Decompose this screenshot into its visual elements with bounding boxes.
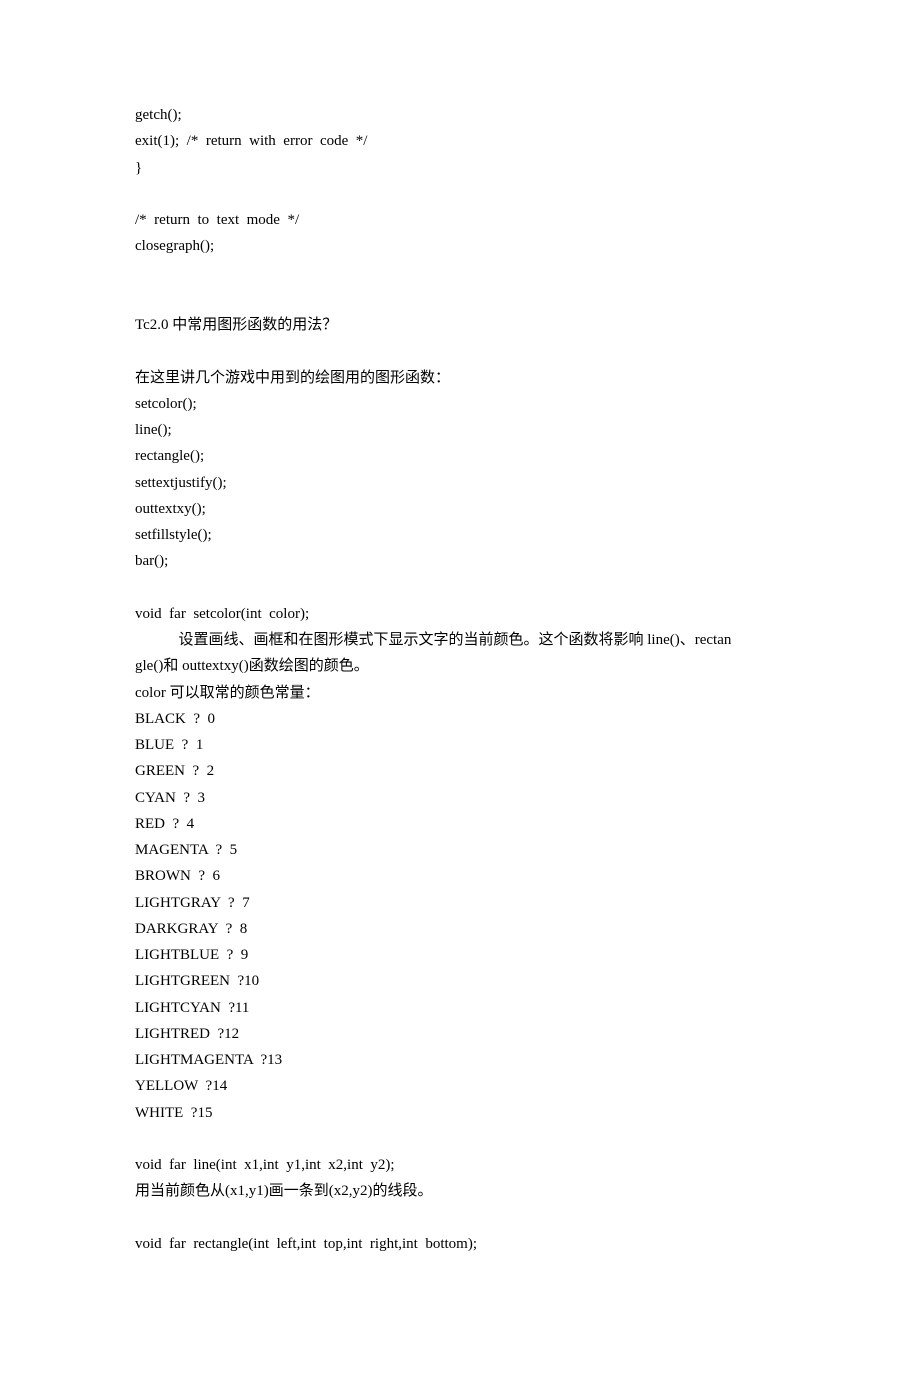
text-line: RED ? 4 xyxy=(135,811,795,837)
code-line: } xyxy=(135,155,795,181)
text-line: LIGHTGREEN ?10 xyxy=(135,968,795,994)
code-line: void far rectangle(int left,int top,int … xyxy=(135,1231,795,1257)
text-line: LIGHTCYAN ?11 xyxy=(135,995,795,1021)
text-line: GREEN ? 2 xyxy=(135,758,795,784)
text-line: YELLOW ?14 xyxy=(135,1073,795,1099)
code-line: /* return to text mode */ xyxy=(135,207,795,233)
blank-line xyxy=(135,1126,795,1152)
text-line: LIGHTRED ?12 xyxy=(135,1021,795,1047)
code-line: bar(); xyxy=(135,548,795,574)
text-line: gle()和 outtextxy()函数绘图的颜色。 xyxy=(135,653,795,679)
code-line: void far line(int x1,int y1,int x2,int y… xyxy=(135,1152,795,1178)
code-line: getch(); xyxy=(135,102,795,128)
document-page: getch(); exit(1); /* return with error c… xyxy=(0,0,920,1377)
text-line: 设置画线、画框和在图形模式下显示文字的当前颜色。这个函数将影响 line()、r… xyxy=(135,627,795,653)
heading-line: Tc2.0 中常用图形函数的用法？ xyxy=(135,312,795,338)
text-line: BROWN ? 6 xyxy=(135,863,795,889)
text-line: color 可以取常的颜色常量： xyxy=(135,680,795,706)
code-line: settextjustify(); xyxy=(135,470,795,496)
code-line: void far setcolor(int color); xyxy=(135,601,795,627)
text-line: DARKGRAY ? 8 xyxy=(135,916,795,942)
text-line: 用当前颜色从(x1,y1)画一条到(x2,y2)的线段。 xyxy=(135,1178,795,1204)
blank-line xyxy=(135,338,795,364)
blank-line xyxy=(135,1205,795,1231)
code-line: closegraph(); xyxy=(135,233,795,259)
text-line: WHITE ?15 xyxy=(135,1100,795,1126)
code-line: outtextxy(); xyxy=(135,496,795,522)
code-line: setcolor(); xyxy=(135,391,795,417)
code-line: exit(1); /* return with error code */ xyxy=(135,128,795,154)
text-line: 在这里讲几个游戏中用到的绘图用的图形函数： xyxy=(135,365,795,391)
text-line: CYAN ? 3 xyxy=(135,785,795,811)
code-line: setfillstyle(); xyxy=(135,522,795,548)
blank-line xyxy=(135,575,795,601)
blank-line xyxy=(135,260,795,286)
text-line: BLACK ? 0 xyxy=(135,706,795,732)
text-line: LIGHTBLUE ? 9 xyxy=(135,942,795,968)
text-line: BLUE ? 1 xyxy=(135,732,795,758)
code-line: rectangle(); xyxy=(135,443,795,469)
text-line: MAGENTA ? 5 xyxy=(135,837,795,863)
code-line: line(); xyxy=(135,417,795,443)
blank-line xyxy=(135,181,795,207)
blank-line xyxy=(135,286,795,312)
text-line: LIGHTMAGENTA ?13 xyxy=(135,1047,795,1073)
text-line: LIGHTGRAY ? 7 xyxy=(135,890,795,916)
